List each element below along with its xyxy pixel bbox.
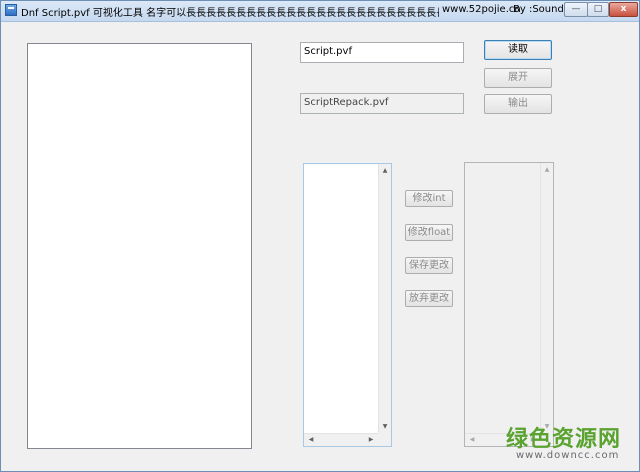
minimize-button[interactable]: — [564,2,588,17]
title-author: By :Sound [513,4,564,15]
discard-changes-button[interactable]: 放弃更改 [405,290,453,307]
title-bar: Dnf Script.pvf 可视化工具 名字可以長長長長長長長長長長長長長長長… [1,1,639,22]
save-changes-button[interactable]: 保存更改 [405,257,453,274]
watermark-url: www.downcc.com [516,450,620,461]
modify-int-button[interactable]: 修改int [405,190,453,207]
result-list-box[interactable]: ▲ ▼ ◀ ▶ [464,162,554,447]
expand-button[interactable]: 展开 [484,68,552,88]
value-list-box[interactable]: ▲ ▼ ◀ ▶ [303,163,392,447]
scroll-up-icon[interactable]: ▲ [541,166,553,174]
scroll-right-icon[interactable]: ▶ [365,436,377,444]
script-file-input[interactable]: Script.pvf [300,42,464,63]
read-button[interactable]: 读取 [484,40,552,60]
modify-float-button[interactable]: 修改float [405,224,453,241]
watermark-brand: 绿色资源网 [506,427,622,452]
horizontal-scrollbar[interactable]: ◀ ▶ [304,433,378,446]
tree-view-panel[interactable] [27,43,252,449]
scrollbar-corner [378,433,391,446]
vertical-scrollbar[interactable]: ▲ ▼ [378,164,391,434]
scroll-up-icon[interactable]: ▲ [379,167,391,175]
maximize-button[interactable]: □ [587,2,609,17]
vertical-scrollbar[interactable]: ▲ ▼ [540,163,553,434]
scroll-down-icon[interactable]: ▼ [379,423,391,431]
repack-file-input[interactable]: ScriptRepack.pvf [300,93,464,114]
output-button[interactable]: 输出 [484,94,552,114]
close-button[interactable]: x [609,2,638,17]
app-icon [5,4,17,16]
scroll-left-icon[interactable]: ◀ [305,436,317,444]
window-title: Dnf Script.pvf 可视化工具 名字可以長長長長長長長長長長長長長長長… [21,8,439,19]
title-url: www.52pojie.cn [442,4,521,15]
scroll-left-icon[interactable]: ◀ [466,436,478,444]
app-window: Dnf Script.pvf 可视化工具 名字可以長長長長長長長長長長長長長長長… [0,0,640,472]
